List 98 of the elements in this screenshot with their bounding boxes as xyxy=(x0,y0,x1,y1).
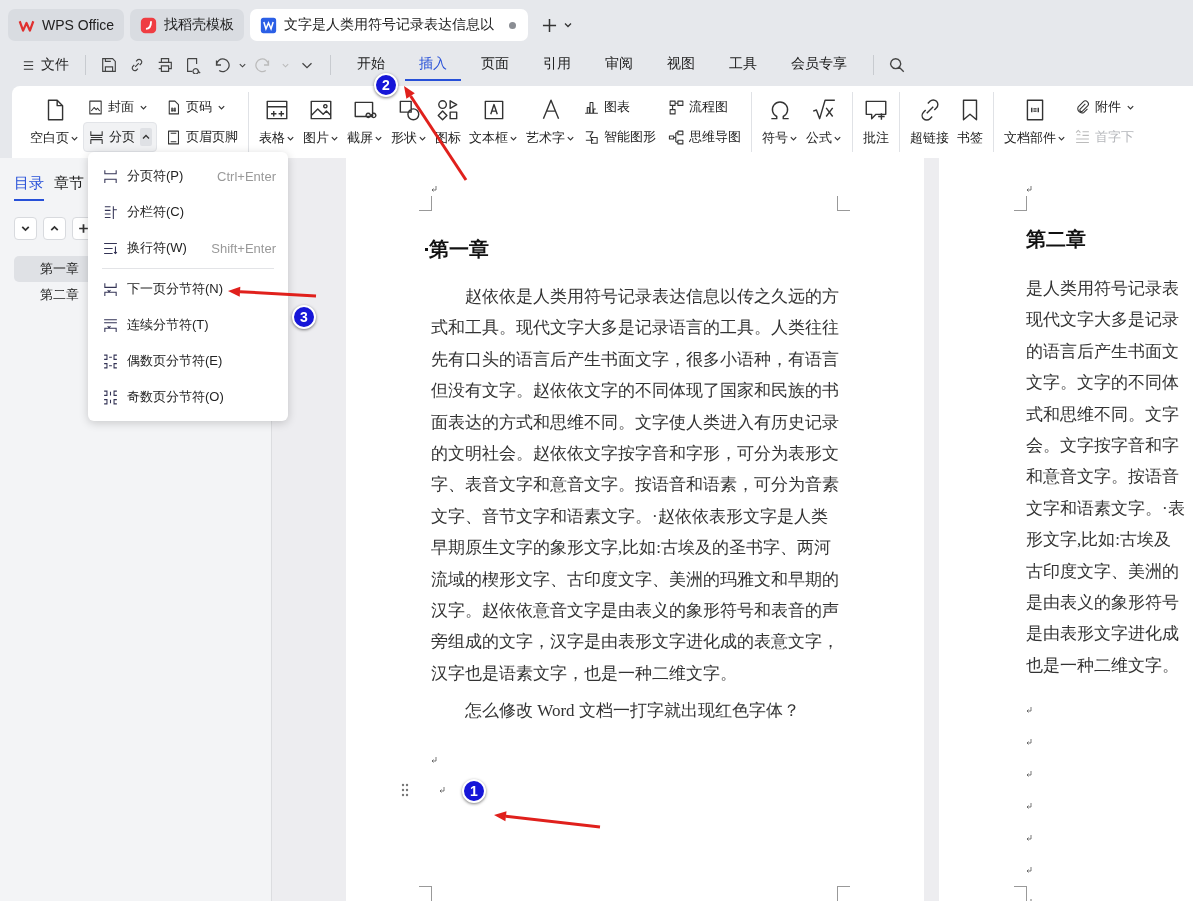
ribbon-button[interactable]: 文档部件 xyxy=(1000,95,1070,149)
ribbon-button[interactable]: 页眉页脚 xyxy=(161,122,242,152)
collapse-button[interactable] xyxy=(43,217,66,240)
ribbon-tab[interactable]: 插入 xyxy=(405,49,461,81)
ribbon-button[interactable]: 图片 xyxy=(299,95,343,149)
ribbon-button[interactable]: 超链接 xyxy=(906,95,953,149)
ribbon-button[interactable]: 流程图 xyxy=(664,92,745,122)
paragraph-mark-icon xyxy=(1026,835,1032,842)
paragraph-mark-icon xyxy=(1026,771,1032,778)
ribbon-button[interactable]: 图表 xyxy=(579,92,660,122)
body-paragraph: 怎么修改 Word 文档一打字就出现红色字体？ xyxy=(464,700,801,723)
document-tab[interactable]: 文字是人类用符号记录表达信息以 xyxy=(250,9,529,41)
menu-item[interactable]: 奇数页分节符(O) xyxy=(88,379,288,415)
ribbon-button[interactable]: 公式 xyxy=(802,95,846,149)
ribbon-button[interactable]: 分页 xyxy=(83,122,157,152)
document-tab[interactable]: WPS Office xyxy=(8,9,125,41)
menu-item[interactable]: 分栏符(C) xyxy=(88,194,288,230)
ribbon-button[interactable]: 空白页 xyxy=(26,95,83,149)
text-line: 也是一种二维文字。 xyxy=(1026,654,1180,677)
drag-handle-icon[interactable] xyxy=(401,782,409,797)
writer-logo-icon xyxy=(260,16,278,34)
ribbon-tab[interactable]: 会员专享 xyxy=(777,49,861,81)
ribbon-button[interactable]: 思维导图 xyxy=(664,122,745,152)
menu-item[interactable]: 换行符(W) Shift+Enter xyxy=(88,230,288,266)
text-line: 形文字,比如:古埃及 xyxy=(1026,529,1172,552)
ribbon-button[interactable]: 智能图形 xyxy=(579,122,660,152)
section-break-icon xyxy=(102,316,119,334)
ribbon-tab[interactable]: 页面 xyxy=(467,49,523,81)
section-break-icon xyxy=(102,388,119,406)
chapter-heading: 第二章 xyxy=(1026,227,1087,252)
text-line: 式和思维不同。文字 xyxy=(1026,403,1180,426)
chevron-down-icon[interactable] xyxy=(563,20,574,30)
paragraph-mark-icon xyxy=(1026,739,1032,746)
menu-item[interactable]: 偶数页分节符(E) xyxy=(88,343,288,379)
paragraph-mark-icon xyxy=(1026,803,1032,810)
ribbon-button[interactable]: 符号 xyxy=(758,95,802,149)
menu-icon xyxy=(22,58,35,72)
unsaved-dot-icon xyxy=(509,21,517,29)
ribbon-tab[interactable]: 视图 xyxy=(653,49,709,81)
ribbon-button[interactable]: 书签 xyxy=(953,95,987,149)
drop-cap-icon xyxy=(1074,128,1091,146)
ribbon-tab[interactable]: 引用 xyxy=(529,49,585,81)
column-break-icon xyxy=(102,203,119,221)
ribbon-button[interactable]: 页码 xyxy=(161,92,242,122)
page-break-icon xyxy=(88,128,105,146)
text-line: 和意音文字。按语音 xyxy=(1026,466,1180,489)
paperclip-icon xyxy=(1074,98,1091,116)
heading-mark-icon xyxy=(425,248,428,251)
section-break-icon xyxy=(102,352,119,370)
smart-shape-icon xyxy=(583,128,600,146)
template-logo-icon xyxy=(140,16,158,34)
paragraph-mark-icon xyxy=(1026,186,1032,192)
print-preview-icon[interactable] xyxy=(184,56,202,74)
paragraph-mark-icon xyxy=(1026,867,1032,874)
document-tab[interactable]: 找稻壳模板 xyxy=(130,9,245,41)
ribbon-button[interactable]: 附件 xyxy=(1070,92,1139,122)
menu-item[interactable]: 分页符(P) Ctrl+Enter xyxy=(88,158,288,194)
ribbon-button[interactable]: 封面 xyxy=(83,92,157,122)
section-break-icon xyxy=(102,280,119,298)
text-line: 现代文字大多是记录 xyxy=(1026,309,1180,332)
text-line: 是人类用符号记录表 xyxy=(1026,278,1180,300)
text-line: 的语言后产生书面文 xyxy=(1026,340,1180,363)
paragraph-mark-icon xyxy=(1026,707,1032,714)
paragraph-mark-icon xyxy=(431,756,437,763)
text-line: 是由表形文字进化成 xyxy=(1026,623,1180,646)
chapter-heading: 第一章 xyxy=(429,237,489,262)
paragraph-mark-icon xyxy=(439,786,445,793)
step-number-badge: 2 xyxy=(374,73,398,97)
text-line: 文字。文字的不同体 xyxy=(1026,372,1180,395)
ribbon-button[interactable]: 截屏 xyxy=(343,95,387,149)
new-tab-icon[interactable] xyxy=(542,17,558,33)
text-line: 会。文字按字音和字 xyxy=(1026,435,1180,458)
ribbon-button[interactable]: 形状 xyxy=(387,95,431,149)
sidebar-tab[interactable]: 目录 xyxy=(14,174,44,201)
image-frame-icon xyxy=(87,98,104,116)
text-line: 古印度文字、美洲的 xyxy=(1026,560,1180,583)
page-break-icon xyxy=(102,167,119,185)
ribbon-button[interactable]: 艺术字 xyxy=(522,95,579,149)
search-icon[interactable] xyxy=(888,56,906,74)
ribbon-tab[interactable]: 工具 xyxy=(715,49,771,81)
save-icon[interactable] xyxy=(100,56,118,74)
ribbon-button[interactable]: 文本框 xyxy=(465,95,522,149)
menu-item[interactable]: 连续分节符(T) xyxy=(88,307,288,343)
text-line: 文字和语素文字。·表 xyxy=(1026,497,1186,520)
sidebar-tab[interactable]: 章节 xyxy=(54,174,84,201)
header-footer-icon xyxy=(165,128,182,146)
text-line: 是由表义的象形符号 xyxy=(1026,592,1180,615)
ribbon-button[interactable]: 表格 xyxy=(255,95,299,149)
flowchart-icon xyxy=(668,98,685,116)
paragraph-mark-icon xyxy=(431,186,437,192)
mind-map-icon xyxy=(668,128,685,146)
ribbon-tab[interactable]: 审阅 xyxy=(591,49,647,81)
ribbon-button[interactable]: 批注 xyxy=(859,95,893,149)
file-menu[interactable]: 文件 xyxy=(18,52,73,78)
expand-button[interactable] xyxy=(14,217,37,240)
print-icon[interactable] xyxy=(156,56,174,74)
body-paragraph: 赵依依是人类用符号记录表达信息以传之久远的方式和工具。现代文字大多是记录语言的工具。人类往往先有口头的语言后产生书面文字，很多小语种，有语言但没有文字。赵依依文字的不同体现了国家和民族的书面表达的方式和思维不同。文字使人类进入有历史记录的文明社会。赵依依文字按字音和字形，可分为表形文字、表音文字和意音文字。按语音和语素，可分为音素文字、音节文字和语素文字。·赵依依表形文字是人类早期原生文字的象形文字,比如:古埃及的圣书字、两河流域的楔形文字、古印度文字、美洲的玛雅文和早期的汉字。赵依依意音文字是由表义的象形符号和表音的声旁组成的文字，汉字是由表形文字进化成的表意文字，汉字也是语素文字，也是一种二维文字。 xyxy=(431,286,840,685)
menu-item[interactable]: 下一页分节符(N) xyxy=(88,271,288,307)
